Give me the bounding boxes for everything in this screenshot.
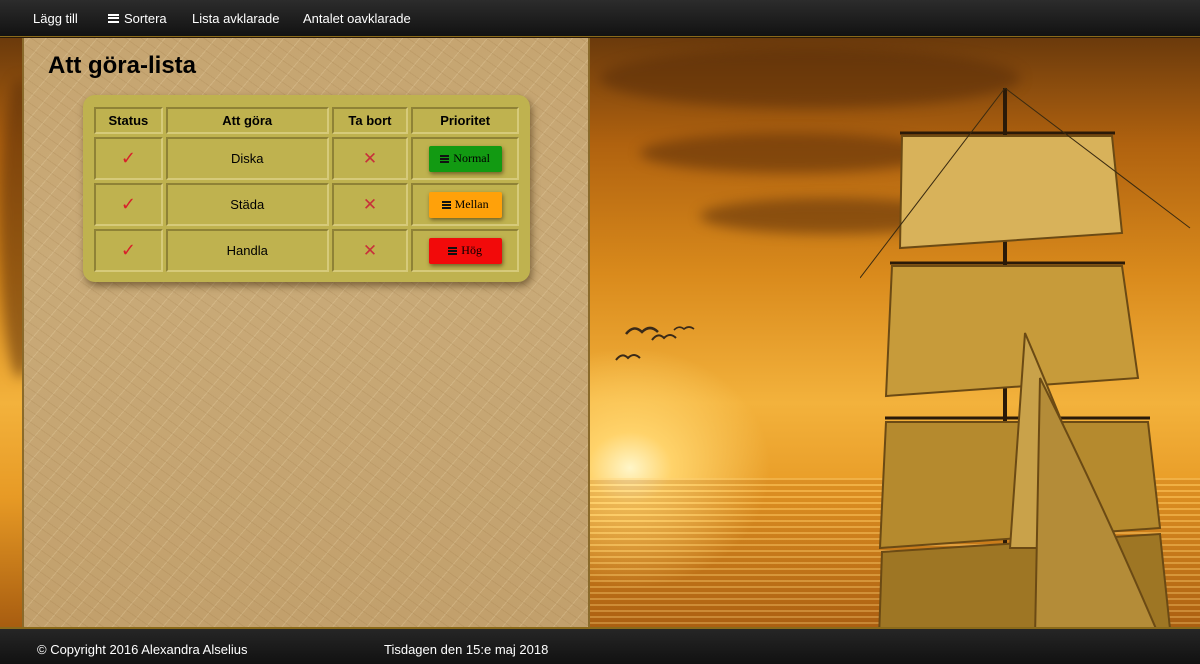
status-cell: ✓ [94,183,163,226]
cross-icon[interactable]: ✕ [363,241,377,261]
check-icon[interactable]: ✓ [121,240,136,261]
page-title: Att göra-lista [48,52,197,79]
task-cell: Städa [165,183,329,226]
priority-cell: Hög [411,229,519,272]
hamburger-icon [108,13,119,23]
date-text: Tisdagen den 15:e maj 2018 [384,642,549,657]
nav-sort-label: Sortera [124,10,167,26]
status-cell: ✓ [94,229,163,272]
nav-undone-count[interactable]: Antalet oavklarade [303,0,411,37]
table-row: ✓ Städa ✕ Mellan [94,183,519,226]
delete-cell: ✕ [331,229,409,272]
priority-button[interactable]: Hög [428,237,502,264]
table-row: ✓ Diska ✕ Normal [94,137,519,180]
sailing-ship-image [860,87,1191,664]
nav-undone-count-label: Antalet oavklarade [303,10,411,26]
priority-button[interactable]: Mellan [428,191,502,218]
delete-cell: ✕ [331,183,409,226]
header-todo: Att göra [165,107,329,134]
cross-icon[interactable]: ✕ [363,195,377,215]
table-header-row: Status Att göra Ta bort Prioritet [94,107,519,134]
priority-label: Normal [453,151,490,165]
priority-label: Mellan [454,197,489,211]
nav-add-label: Lägg till [33,10,78,26]
copyright-text: © Copyright 2016 Alexandra Alselius [37,642,248,657]
content-panel: Att göra-lista Status Att göra Ta bort P… [22,38,590,627]
priority-cell: Mellan [411,183,519,226]
priority-label: Hög [461,243,482,257]
task-cell: Diska [165,137,329,180]
header-delete: Ta bort [331,107,409,134]
check-icon[interactable]: ✓ [121,148,136,169]
todo-table-container: Status Att göra Ta bort Prioritet ✓ Disk… [83,95,530,282]
hamburger-icon [440,154,450,163]
status-cell: ✓ [94,137,163,180]
header-priority: Prioritet [411,107,519,134]
nav-add-item[interactable]: Lägg till [33,0,78,37]
header-status: Status [94,107,163,134]
priority-cell: Normal [411,137,519,180]
task-cell: Handla [165,229,329,272]
birds-icon [615,326,695,361]
cross-icon[interactable]: ✕ [363,149,377,169]
todo-table: Status Att göra Ta bort Prioritet ✓ Disk… [91,104,522,275]
table-row: ✓ Handla ✕ Hög [94,229,519,272]
footer-bar: © Copyright 2016 Alexandra Alselius Tisd… [0,627,1200,664]
hamburger-icon [448,246,458,255]
nav-list-done[interactable]: Lista avklarade [192,0,279,37]
priority-button[interactable]: Normal [428,145,502,172]
top-nav-bar: Lägg till Sortera Lista avklarade Antale… [0,0,1200,37]
nav-list-done-label: Lista avklarade [192,10,280,26]
nav-sort-menu[interactable]: Sortera [108,0,167,37]
delete-cell: ✕ [331,137,409,180]
check-icon[interactable]: ✓ [121,194,136,215]
hamburger-icon [441,200,451,209]
